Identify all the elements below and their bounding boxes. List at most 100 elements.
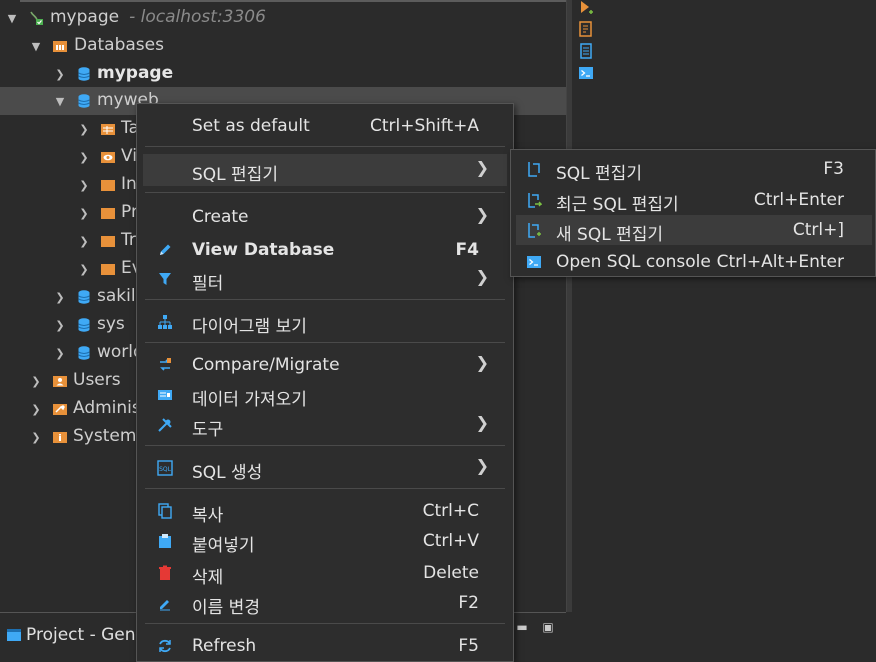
submenu-item-sql-editor[interactable]: SQL 편집기 F3 xyxy=(516,154,872,184)
menu-separator xyxy=(145,623,505,624)
menu-item-create[interactable]: Create ❯ xyxy=(143,201,507,233)
recent-sql-editor-icon xyxy=(528,193,542,208)
menu-item-import-data[interactable]: 데이터 가져오기 xyxy=(143,379,507,411)
menu-item-paste[interactable]: 붙여넣기 Ctrl+V xyxy=(143,525,507,557)
submenu-item-recent-sql-editor[interactable]: 최근 SQL 편집기 Ctrl+Enter xyxy=(516,185,872,215)
import-data-label: 데이터 가져오기 xyxy=(192,390,307,410)
system-folder-icon xyxy=(53,432,67,443)
submenu-open-console-shortcut: Ctrl+Alt+Enter xyxy=(716,252,844,272)
submenu-new-sql-editor-label: 새 SQL 편집기 xyxy=(556,225,664,245)
chevron-right-icon[interactable]: ❯ xyxy=(78,255,90,283)
refresh-shortcut: F5 xyxy=(458,636,479,656)
diagram-icon xyxy=(158,315,172,329)
filter-label: 필터 xyxy=(192,274,224,294)
create-label: Create xyxy=(192,207,249,227)
menu-separator xyxy=(145,342,505,343)
sql-editor-submenu: SQL 편집기 F3 최근 SQL 편집기 Ctrl+Enter 새 SQL 편… xyxy=(510,149,876,277)
chevron-right-icon[interactable]: ❯ xyxy=(54,283,66,311)
system-label: System xyxy=(73,426,137,446)
chevron-right-icon[interactable]: ❯ xyxy=(30,395,42,423)
folder-icon xyxy=(101,180,115,191)
tables-folder-icon xyxy=(101,124,115,135)
menu-item-filter[interactable]: 필터 ❯ xyxy=(143,263,507,295)
view-database-label: View Database xyxy=(192,240,335,260)
submenu-arrow-icon: ❯ xyxy=(475,456,489,475)
chevron-right-icon[interactable]: ❯ xyxy=(78,199,90,227)
bottom-controls: ▬ ▣ xyxy=(512,617,558,637)
submenu-item-open-sql-console[interactable]: Open SQL console Ctrl+Alt+Enter xyxy=(516,247,872,277)
chevron-right-icon[interactable]: ❯ xyxy=(54,339,66,367)
menu-separator xyxy=(145,488,505,489)
rename-label: 이름 변경 xyxy=(192,598,260,618)
chevron-right-icon[interactable]: ❯ xyxy=(78,143,90,171)
view-diagram-label: 다이어그램 보기 xyxy=(192,317,307,337)
db-mypage-label: mypage xyxy=(97,63,174,83)
document-icon[interactable] xyxy=(578,43,594,59)
menu-separator xyxy=(145,299,505,300)
project-tab-label: Project - Gene xyxy=(26,625,146,645)
refresh-label: Refresh xyxy=(192,636,257,656)
chevron-right-icon[interactable]: ❯ xyxy=(30,423,42,451)
import-icon xyxy=(158,390,172,400)
submenu-sql-editor-label: SQL 편집기 xyxy=(556,164,642,184)
paste-shortcut: Ctrl+V xyxy=(422,531,479,551)
menu-item-compare-migrate[interactable]: Compare/Migrate ❯ xyxy=(143,349,507,381)
menu-item-tools[interactable]: 도구 ❯ xyxy=(143,409,507,441)
chevron-right-icon[interactable]: ❯ xyxy=(78,171,90,199)
new-connection-icon[interactable] xyxy=(578,0,594,16)
chevron-right-icon[interactable]: ❯ xyxy=(78,115,90,143)
submenu-open-console-label: Open SQL console xyxy=(556,252,711,272)
menu-item-rename[interactable]: 이름 변경 F2 xyxy=(143,587,507,619)
submenu-sql-editor-shortcut: F3 xyxy=(823,159,844,179)
project-tab[interactable]: Project - Gene xyxy=(0,621,146,649)
tree-item-connection[interactable]: ▼ mypage - localhost:3306 xyxy=(0,4,566,32)
menu-item-refresh[interactable]: Refresh F5 xyxy=(143,630,507,662)
menu-item-sql-editor[interactable]: SQL 편집기 ❯ xyxy=(143,154,507,186)
menu-item-generate-sql[interactable]: SQL SQL 생성 ❯ xyxy=(143,452,507,484)
delete-label: 삭제 xyxy=(192,568,224,588)
users-folder-icon xyxy=(53,376,67,387)
chevron-down-icon[interactable]: ▼ xyxy=(54,87,66,115)
chevron-down-icon[interactable]: ▼ xyxy=(30,32,42,60)
refresh-icon xyxy=(159,639,171,653)
menu-item-view-diagram[interactable]: 다이어그램 보기 xyxy=(143,306,507,338)
chevron-right-icon[interactable]: ❯ xyxy=(30,367,42,395)
sql-script-icon[interactable] xyxy=(578,21,594,37)
menu-item-set-default[interactable]: Set as default Ctrl+Shift+A xyxy=(143,110,507,142)
tools-label: 도구 xyxy=(192,420,224,440)
database-icon xyxy=(78,290,90,304)
project-icon xyxy=(7,629,21,641)
tools-icon xyxy=(158,418,172,432)
minimize-icon[interactable]: ▬ xyxy=(512,617,532,637)
trash-icon xyxy=(159,565,171,580)
tree-top-border xyxy=(20,0,568,2)
context-menu: Set as default Ctrl+Shift+A SQL 편집기 ❯ Cr… xyxy=(136,103,514,662)
connection-icon xyxy=(30,11,43,25)
pencil-icon xyxy=(160,244,171,255)
menu-item-view-database[interactable]: View Database F4 xyxy=(143,234,507,266)
copy-icon xyxy=(158,503,172,519)
submenu-item-new-sql-editor[interactable]: 새 SQL 편집기 Ctrl+] xyxy=(516,215,872,245)
compare-icon xyxy=(160,358,171,371)
connection-host: - localhost:3306 xyxy=(129,7,266,27)
database-icon xyxy=(78,67,90,81)
menu-item-delete[interactable]: 삭제 Delete xyxy=(143,557,507,589)
triggers-label: Tr xyxy=(121,230,136,250)
submenu-recent-sql-editor-label: 최근 SQL 편집기 xyxy=(556,195,679,215)
console-icon[interactable] xyxy=(578,65,594,81)
chevron-down-icon[interactable]: ▼ xyxy=(6,4,18,32)
chevron-right-icon[interactable]: ❯ xyxy=(54,311,66,339)
menu-item-copy[interactable]: 복사 Ctrl+C xyxy=(143,495,507,527)
indexes-label: In xyxy=(121,174,137,194)
maximize-icon[interactable]: ▣ xyxy=(538,617,558,637)
db-sys-label: sys xyxy=(97,314,125,334)
database-icon xyxy=(78,318,90,332)
tree-item-databases[interactable]: ▼ Databases xyxy=(0,32,566,60)
filter-icon xyxy=(159,273,171,285)
databases-folder-icon xyxy=(53,41,67,52)
chevron-right-icon[interactable]: ❯ xyxy=(54,60,66,88)
chevron-right-icon[interactable]: ❯ xyxy=(78,227,90,255)
new-sql-editor-icon xyxy=(528,223,541,238)
tree-item-db-mypage[interactable]: ❯ mypage xyxy=(0,60,566,88)
sql-generate-icon: SQL xyxy=(157,460,173,476)
